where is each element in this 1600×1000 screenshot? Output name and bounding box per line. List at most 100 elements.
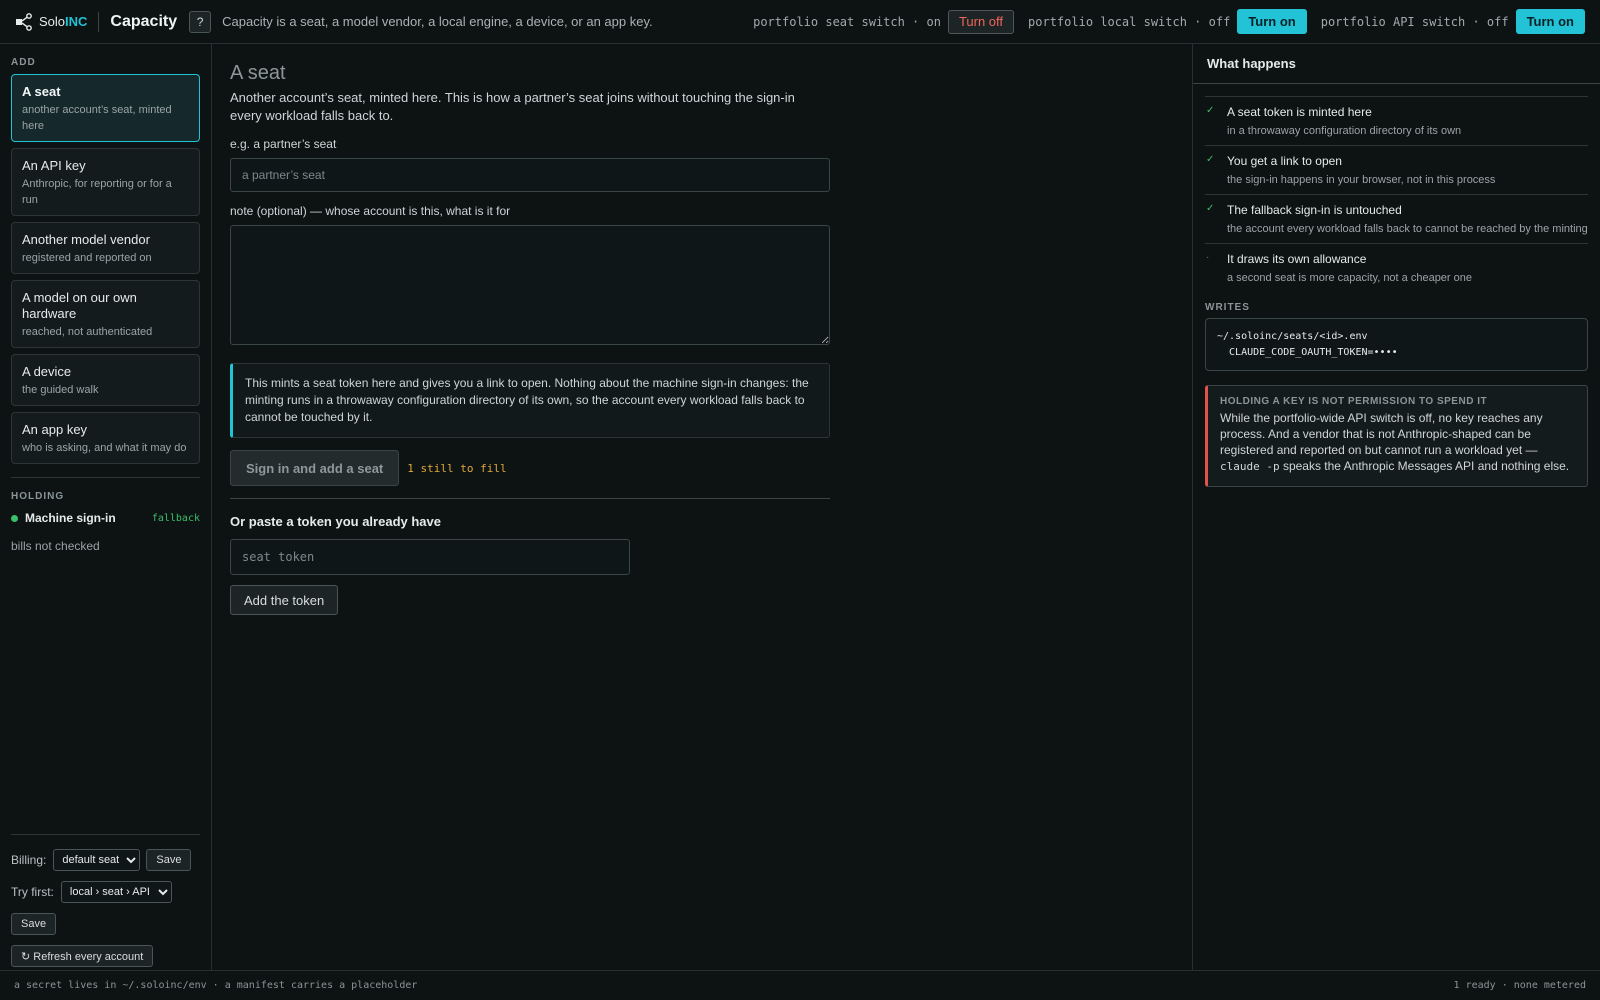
form-divider (230, 498, 830, 499)
holding-item-machine-sign-in[interactable]: Machine sign-in fallback (11, 511, 200, 525)
add-item-app-key[interactable]: An app key who is asking, and what it ma… (11, 412, 200, 464)
warning-title: HOLDING A KEY IS NOT PERMISSION TO SPEND… (1220, 396, 1488, 407)
add-item-subtitle: Anthropic, for reporting or for a run (22, 178, 172, 206)
add-item-title: A device (22, 364, 72, 379)
local-switch-status: portfolio local switch · off (1028, 14, 1231, 29)
refresh-accounts-button[interactable]: ↻ Refresh every account (11, 945, 154, 967)
add-token-button[interactable]: Add the token (230, 585, 339, 615)
warning-code: claude -p (1220, 460, 1280, 473)
writes-variable: CLAUDE_CODE_OAUTH_TOKEN=•••• (1217, 347, 1398, 358)
writes-path: ~/.soloinc/seats/<id>.env (1217, 331, 1368, 342)
page-description: Capacity is a seat, a model vendor, a lo… (222, 14, 653, 29)
refresh-icon: ↻ (21, 950, 31, 963)
api-switch-status: portfolio API switch · off (1320, 14, 1509, 29)
seat-switch-turn-off-button[interactable]: Turn off (947, 9, 1015, 34)
note-textarea[interactable] (230, 225, 830, 345)
step-title: You get a link to open (1227, 154, 1342, 168)
check-icon: ✓ (1206, 154, 1215, 165)
page-title: Capacity (110, 12, 178, 30)
remaining-fields-count: 1 still to fill (407, 461, 507, 475)
paste-token-heading: Or paste a token you already have (230, 514, 441, 529)
step-item: · It draws its own allowance a second se… (1205, 244, 1588, 292)
billing-select[interactable]: default seat (53, 849, 141, 871)
step-subtitle: the sign-in happens in your browser, not… (1227, 174, 1496, 186)
add-item-subtitle: the guided walk (22, 384, 99, 396)
steps-list: ✓ A seat token is minted here in a throw… (1205, 96, 1588, 292)
brand-logo[interactable]: SoloINC (15, 12, 88, 31)
add-item-seat[interactable]: A seat another account’s seat, minted he… (11, 74, 200, 142)
holding-section-label: HOLDING (11, 491, 65, 502)
status-dot-icon (11, 514, 18, 522)
status-bar: a secret lives in ~/.soloinc/env · a man… (0, 970, 1600, 1000)
form-description: Another account’s seat, minted here. Thi… (230, 90, 795, 123)
step-subtitle: the account every workload falls back to… (1227, 223, 1588, 235)
top-bar: SoloINC Capacity ? Capacity is a seat, a… (0, 0, 1600, 44)
seat-name-label: e.g. a partner’s seat (230, 137, 337, 151)
add-item-api-key[interactable]: An API key Anthropic, for reporting or f… (11, 148, 200, 216)
what-happens-panel: What happens ✓ A seat token is minted he… (1192, 44, 1600, 970)
step-item: ✓ You get a link to open the sign-in hap… (1205, 146, 1588, 195)
bills-status: bills not checked (11, 539, 100, 553)
warning-callout: HOLDING A KEY IS NOT PERMISSION TO SPEND… (1205, 385, 1588, 487)
add-item-subtitle: registered and reported on (22, 252, 152, 264)
help-button[interactable]: ? (189, 10, 212, 33)
pending-dot-icon: · (1206, 252, 1210, 263)
add-item-subtitle: who is asking, and what it may do (22, 442, 187, 454)
brand-suffix: INC (65, 14, 88, 29)
info-callout: This mints a seat token here and gives y… (230, 363, 830, 438)
holding-item-name: Machine sign-in (25, 511, 116, 525)
form-title: A seat (230, 62, 286, 84)
step-subtitle: a second seat is more capacity, not a ch… (1227, 272, 1472, 284)
step-item: ✓ The fallback sign-in is untouched the … (1205, 195, 1588, 244)
step-item: ✓ A seat token is minted here in a throw… (1205, 97, 1588, 146)
secret-location-note: a secret lives in ~/.soloinc/env · a man… (14, 980, 418, 991)
sign-in-add-seat-button[interactable]: Sign in and add a seat (230, 450, 400, 486)
step-title: It draws its own allowance (1227, 252, 1367, 266)
local-switch-turn-on-button[interactable]: Turn on (1237, 9, 1307, 34)
add-item-title: An API key (22, 158, 86, 173)
step-title: The fallback sign-in is untouched (1227, 203, 1402, 217)
panel-title: What happens (1193, 44, 1600, 84)
writes-code-block: ~/.soloinc/seats/<id>.env CLAUDE_CODE_OA… (1205, 318, 1588, 371)
warning-text: speaks the Anthropic Messages API and no… (1279, 459, 1570, 473)
add-item-title: An app key (22, 422, 88, 437)
header-divider (98, 11, 100, 32)
account-status-summary: 1 ready · none metered (1453, 980, 1586, 991)
add-item-subtitle: reached, not authenticated (22, 326, 153, 338)
warning-text: While the portfolio-wide API switch is o… (1220, 411, 1543, 457)
try-first-select[interactable]: local › seat › API (60, 881, 172, 903)
add-item-subtitle: another account’s seat, minted here (22, 104, 172, 132)
note-label: note (optional) — whose account is this,… (230, 204, 511, 218)
check-icon: ✓ (1206, 203, 1215, 214)
sidebar-divider (11, 477, 200, 478)
add-item-device[interactable]: A device the guided walk (11, 354, 200, 406)
try-first-save-button[interactable]: Save (11, 913, 57, 935)
step-title: A seat token is minted here (1227, 105, 1372, 119)
brand-prefix: Solo (39, 14, 66, 29)
add-item-title: A model on our own hardware (22, 290, 137, 321)
check-icon: ✓ (1206, 105, 1215, 116)
api-switch-turn-on-button[interactable]: Turn on (1515, 9, 1585, 34)
add-item-model-vendor[interactable]: Another model vendor registered and repo… (11, 222, 200, 274)
billing-save-button[interactable]: Save (146, 849, 192, 871)
sidebar: ADD A seat another account’s seat, minte… (0, 44, 212, 970)
add-item-title: Another model vendor (22, 232, 150, 247)
seat-name-input[interactable] (230, 158, 830, 192)
add-item-own-hardware[interactable]: A model on our own hardware reached, not… (11, 280, 200, 348)
seat-switch-status: portfolio seat switch · on (753, 14, 941, 29)
seat-token-input[interactable] (230, 539, 630, 575)
try-first-label: Try first: (11, 885, 54, 899)
sidebar-settings: Billing: default seat Save Try first: lo… (11, 834, 200, 977)
warning-body: While the portfolio-wide API switch is o… (1220, 410, 1575, 475)
writes-label: WRITES (1205, 302, 1250, 313)
sidebar-divider (11, 834, 200, 835)
add-section-label: ADD (11, 57, 36, 68)
portfolio-switches: portfolio seat switch · on Turn off port… (753, 9, 1585, 34)
fallback-badge: fallback (151, 512, 200, 524)
step-subtitle: in a throwaway configuration directory o… (1227, 125, 1462, 137)
network-nodes-icon (16, 12, 32, 31)
add-seat-form: A seat Another account’s seat, minted he… (230, 44, 830, 615)
billing-label: Billing: (11, 853, 47, 867)
add-item-title: A seat (22, 84, 61, 99)
refresh-label: Refresh every account (33, 950, 144, 963)
